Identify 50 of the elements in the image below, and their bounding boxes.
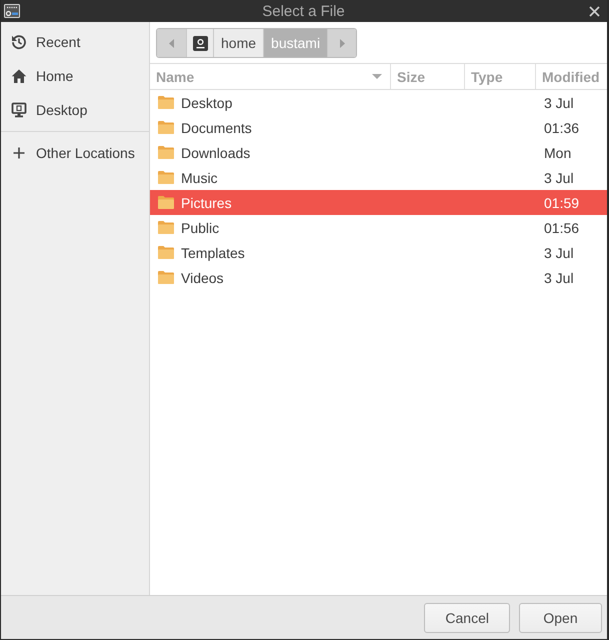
plus-icon [11, 145, 27, 161]
file-name: Desktop [181, 94, 232, 110]
sidebar-item[interactable]: Home [1, 59, 149, 93]
file-name: Music [181, 170, 218, 186]
drive-icon [192, 36, 208, 50]
monitor-icon [11, 102, 27, 118]
file-name: Public [181, 220, 220, 236]
folder-icon [158, 171, 174, 184]
file-row[interactable]: Music 3 Jul [150, 165, 607, 190]
modified-date: 01:59 [544, 194, 580, 210]
caret-left-icon [169, 38, 174, 48]
dialog-button[interactable]: Open [519, 602, 602, 632]
modified-date: Mon [544, 144, 572, 160]
folder-icon [158, 246, 174, 259]
close-icon[interactable] [589, 6, 600, 16]
window-title: Select a File [262, 2, 345, 20]
sidebar-item[interactable]: Other Locations [1, 136, 149, 170]
file-name: Pictures [181, 194, 232, 210]
modified-date: 3 Jul [544, 94, 574, 110]
caret-right-icon [340, 38, 345, 48]
file-name: Downloads [181, 144, 250, 160]
file-row[interactable]: Documents 01:36 [150, 115, 607, 140]
file-row[interactable]: Downloads Mon [150, 140, 607, 165]
modified-date: 3 Jul [544, 270, 574, 286]
folder-icon [158, 221, 174, 234]
modified-date: 3 Jul [544, 244, 574, 260]
folder-icon [158, 146, 174, 159]
sidebar-item[interactable]: Recent [1, 25, 149, 59]
file-name: Videos [181, 270, 224, 286]
app-icon [4, 4, 20, 18]
home-icon [11, 68, 27, 84]
file-row[interactable]: Desktop 3 Jul [150, 90, 607, 115]
dialog-button[interactable]: Cancel [424, 602, 510, 632]
modified-date: 01:36 [544, 120, 580, 136]
file-row[interactable]: Videos 3 Jul [150, 265, 607, 290]
folder-icon [158, 121, 174, 134]
sidebar-item[interactable]: Desktop [1, 93, 149, 127]
path-segment[interactable]: home [213, 29, 264, 57]
modified-date: 3 Jul [544, 170, 574, 186]
file-name: Templates [181, 244, 245, 260]
history-icon [11, 34, 27, 50]
file-row[interactable]: Public 01:56 [150, 215, 607, 240]
folder-icon [158, 96, 174, 109]
drive-button[interactable] [186, 29, 213, 57]
sort-arrow-icon [372, 74, 382, 79]
modified-date: 01:56 [544, 220, 580, 236]
folder-icon [158, 196, 174, 209]
file-row[interactable]: Templates 3 Jul [150, 240, 607, 265]
file-name: Documents [181, 120, 252, 136]
folder-icon [158, 271, 174, 284]
